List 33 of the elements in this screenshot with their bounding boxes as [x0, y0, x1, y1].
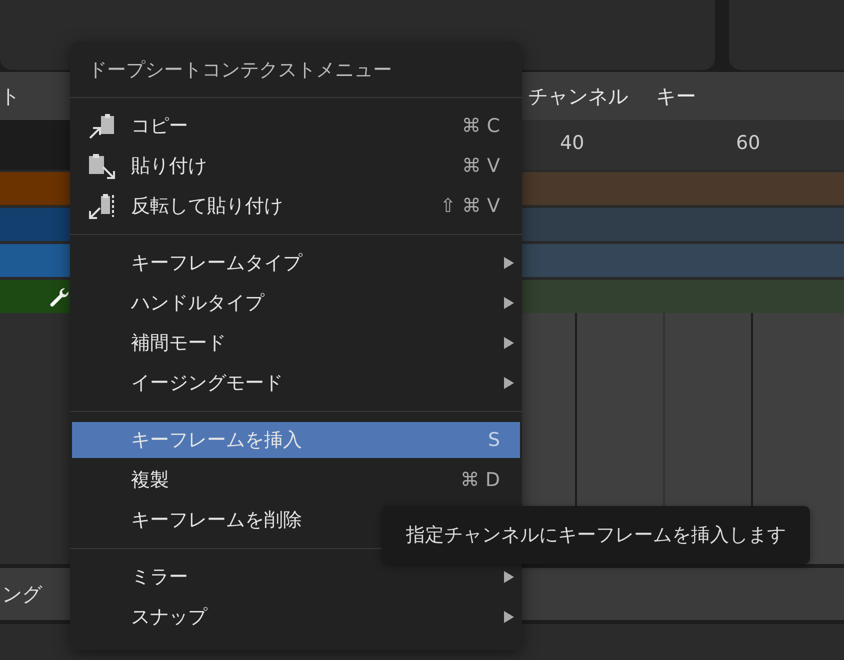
submenu-arrow-icon — [504, 571, 514, 583]
mode-dropdown[interactable]: ング — [0, 580, 42, 608]
copy-icon — [86, 111, 116, 141]
paste-icon — [86, 151, 116, 181]
submenu-arrow-icon — [504, 297, 514, 309]
shortcut-label: ⌘ V — [462, 155, 500, 177]
header-menu[interactable]: キー — [656, 82, 696, 110]
paste-flipped-icon — [86, 191, 116, 221]
shortcut-label: ⇧ ⌘ V — [440, 195, 500, 217]
menu-title: ドープシートコンテクストメニュー — [70, 42, 522, 98]
menu-item[interactable]: スナップ — [72, 597, 520, 637]
header-menu[interactable]: チャンネル — [528, 82, 628, 110]
menu-item[interactable]: キーフレームタイプ — [72, 243, 520, 283]
frame-number: 40 — [560, 132, 584, 154]
menu-item[interactable]: コピー ⌘ C — [72, 106, 520, 146]
menu-item[interactable]: 複製 ⌘ D — [72, 460, 520, 500]
menu-item[interactable]: イージングモード — [72, 363, 520, 403]
submenu-arrow-icon — [504, 611, 514, 623]
submenu-arrow-icon — [504, 257, 514, 269]
editor-type-label[interactable]: ト — [0, 82, 40, 110]
shortcut-label: ⌘ D — [460, 469, 500, 491]
submenu-arrow-icon — [504, 377, 514, 389]
shortcut-label: S — [488, 429, 500, 451]
menu-item[interactable]: 貼り付け ⌘ V — [72, 146, 520, 186]
frame-number: 60 — [736, 132, 760, 154]
submenu-arrow-icon — [504, 337, 514, 349]
menu-item[interactable]: キーフレームを挿入 S — [72, 422, 520, 458]
menu-item[interactable]: 補間モード — [72, 323, 520, 363]
tooltip: 指定チャンネルにキーフレームを挿入します — [382, 506, 810, 564]
shortcut-label: ⌘ C — [462, 115, 500, 137]
menu-item[interactable]: ハンドルタイプ — [72, 283, 520, 323]
menu-item[interactable]: 反転して貼り付け ⇧ ⌘ V — [72, 186, 520, 226]
wrench-icon — [48, 286, 70, 308]
